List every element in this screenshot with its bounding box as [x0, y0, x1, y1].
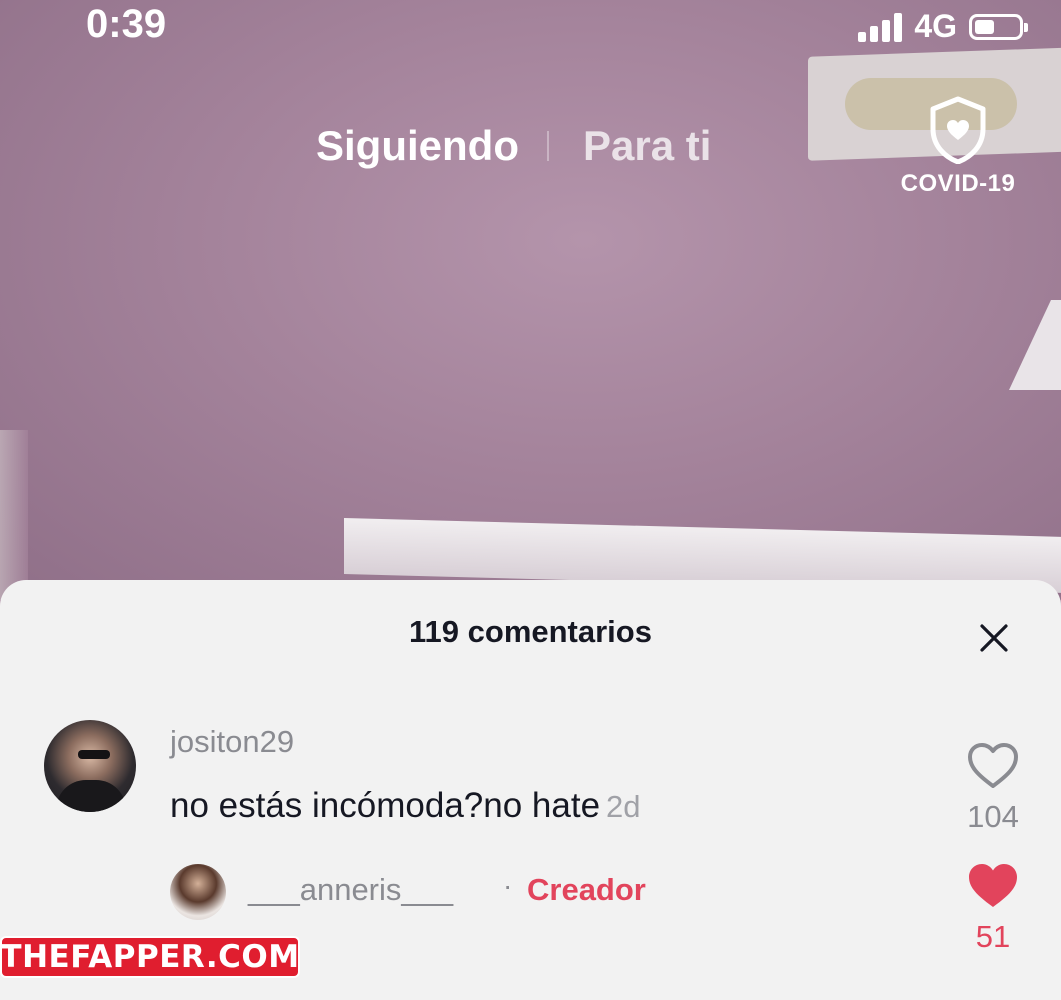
- tab-following[interactable]: Siguiendo: [316, 122, 519, 170]
- heart-filled-icon: [969, 864, 1017, 907]
- tab-divider: [547, 131, 549, 161]
- covid-button[interactable]: COVID-19: [896, 96, 1020, 198]
- status-indicators: 4G: [858, 8, 1028, 45]
- comment-text: no estás incómoda?no hate: [170, 786, 601, 825]
- video-background[interactable]: [0, 0, 1061, 600]
- tab-for-you[interactable]: Para ti: [583, 122, 711, 170]
- side-edge: [0, 430, 28, 600]
- battery-fill: [975, 19, 994, 34]
- light-patch: [1009, 300, 1061, 390]
- feed-tabs: Siguiendo Para ti: [316, 122, 711, 170]
- close-button[interactable]: [972, 616, 1016, 660]
- reply-like-button[interactable]: 51: [958, 862, 1028, 955]
- covid-label: COVID-19: [900, 170, 1016, 197]
- avatar[interactable]: [170, 864, 226, 920]
- reply-like-count: 51: [975, 919, 1011, 954]
- comment-timestamp: 2d: [606, 789, 641, 824]
- shield-heart-icon: [930, 96, 986, 164]
- status-time: 0:39: [86, 2, 167, 46]
- heart-outline-icon: [968, 743, 1018, 788]
- close-icon: [980, 624, 1008, 652]
- reply-separator: ·: [503, 870, 513, 901]
- battery-icon: [969, 13, 1028, 40]
- creator-badge: Creador: [527, 872, 646, 907]
- comment-body: no estás incómoda?no hate 2d: [170, 786, 641, 826]
- watermark: THEFAPPER.COM: [0, 936, 300, 978]
- network-type: 4G: [914, 8, 957, 44]
- signal-icon: [858, 12, 903, 42]
- avatar[interactable]: [44, 720, 136, 812]
- comment-like-count: 104: [967, 799, 1019, 834]
- comment-like-button[interactable]: 104: [958, 742, 1028, 835]
- comment-username[interactable]: jositon29: [170, 724, 294, 760]
- reply-username[interactable]: ___anneris___: [248, 872, 453, 908]
- comments-count-title: 119 comentarios: [409, 614, 652, 649]
